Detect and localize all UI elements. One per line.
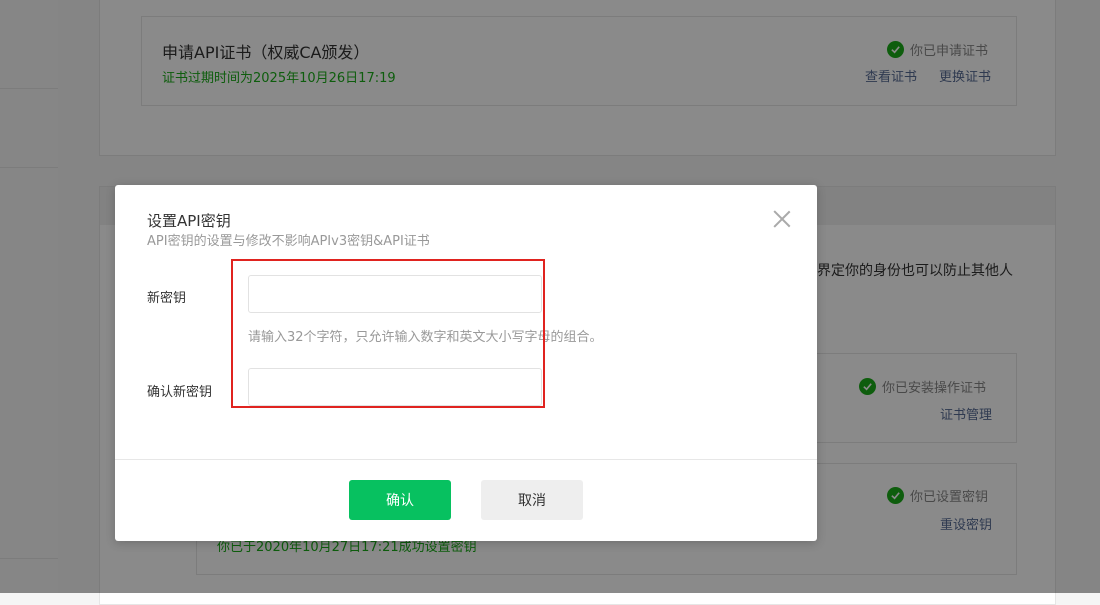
dialog-footer-divider: [115, 459, 817, 460]
dialog-description: API密钥的设置与修改不影响APIv3密钥&API证书: [147, 234, 430, 249]
cancel-button[interactable]: 取消: [481, 480, 583, 520]
annotation-highlight-box: [231, 259, 545, 408]
close-icon[interactable]: [770, 207, 794, 231]
new-key-label: 新密钥: [147, 291, 187, 306]
confirm-key-label: 确认新密钥: [147, 385, 213, 400]
confirm-button[interactable]: 确认: [349, 480, 451, 520]
dialog-title: 设置API密钥: [147, 212, 231, 230]
set-api-key-dialog: 设置API密钥 API密钥的设置与修改不影响APIv3密钥&API证书 新密钥 …: [115, 185, 817, 541]
